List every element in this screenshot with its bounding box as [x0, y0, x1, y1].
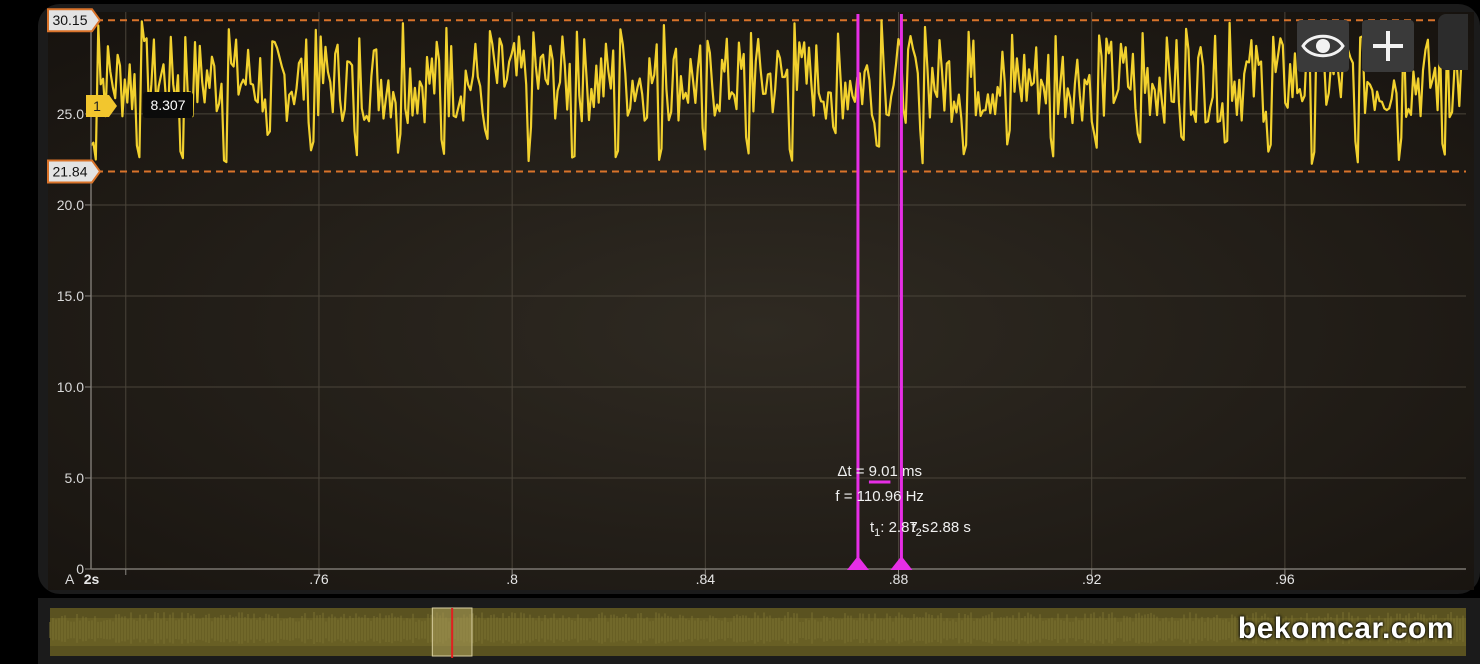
x-tick-label: .76: [309, 571, 329, 587]
y-tick-label: 15.0: [57, 288, 84, 304]
channel-label: A: [65, 571, 75, 587]
x-tick-label: .84: [696, 571, 716, 587]
delta-t-text: Δt = 9.01 ms: [837, 463, 922, 480]
marker-value-badge: 8.307: [143, 92, 193, 118]
frequency-text: f = 110.96 Hz: [835, 488, 924, 505]
y-tick-label: 10.0: [57, 379, 84, 395]
y-tick-label: 5.0: [65, 470, 85, 486]
eye-icon: [1301, 34, 1345, 58]
visibility-button[interactable]: [1297, 20, 1349, 72]
watermark: bekomcar.com: [1237, 612, 1454, 645]
x-tick-label: .8: [506, 571, 518, 587]
side-panel-handle[interactable]: [1438, 14, 1468, 70]
x-tick-label: 2s: [84, 571, 100, 587]
x-tick-label: .92: [1082, 571, 1102, 587]
marker-value-text: 8.307: [150, 97, 185, 113]
channel-marker-label: 1: [93, 98, 101, 114]
level-tag-label: 21.84: [52, 163, 87, 179]
x-tick-label: .96: [1275, 571, 1295, 587]
y-tick-label: 25.0: [57, 106, 84, 122]
y-tick-label: 20.0: [57, 197, 84, 213]
plus-icon: [1373, 31, 1403, 61]
add-button[interactable]: [1362, 20, 1414, 72]
level-tag-label: 30.15: [52, 12, 87, 28]
scope-frame: 05.010.015.020.025.0 2s .76.8.84.88.92.96…: [0, 0, 1480, 664]
x-tick-label: .88: [889, 571, 909, 587]
